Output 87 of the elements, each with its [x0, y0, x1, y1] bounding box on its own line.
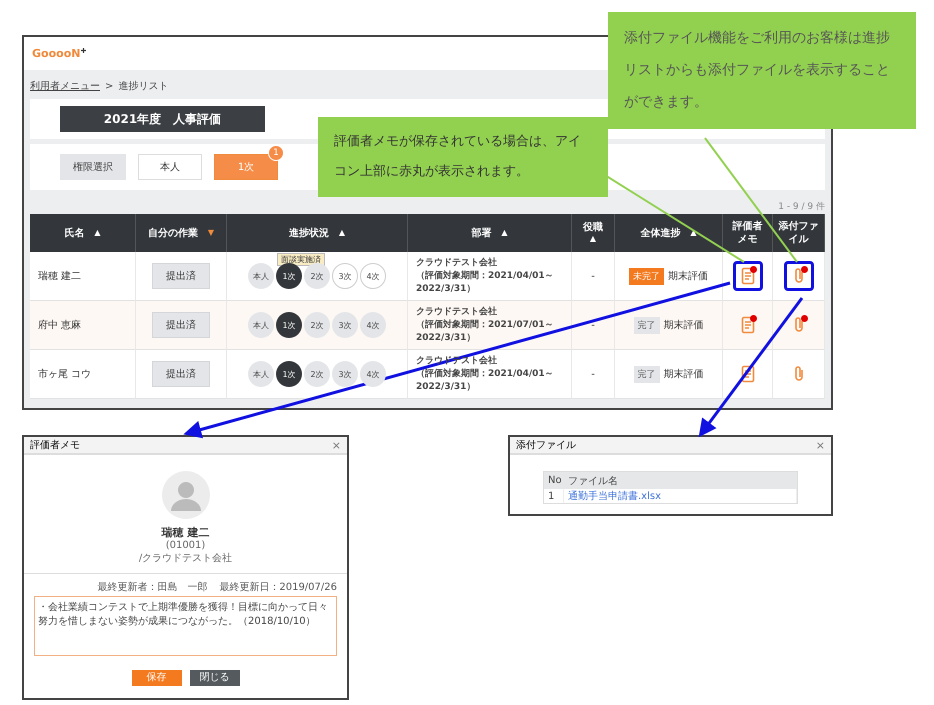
position-text: - [591, 320, 595, 330]
breadcrumb-text: > [105, 80, 114, 92]
close-button[interactable]: 閉じる [190, 670, 240, 686]
close-button[interactable]: × [332, 438, 341, 452]
avatar-icon [162, 471, 210, 519]
count-badge: 1 [268, 145, 284, 161]
status-tag: 完了 [634, 366, 660, 382]
progress-step: 本人 [248, 312, 274, 338]
evaluation-period: （評価対象期間：2021/04/01～2022/3/31） [416, 368, 555, 393]
paperclip-icon [792, 267, 804, 285]
paperclip-icon [792, 365, 804, 383]
task-status-button[interactable]: 提出済 [152, 263, 210, 289]
progress-step: 4次 [360, 312, 386, 338]
task-status-button[interactable]: 提出済 [152, 361, 210, 387]
column-header: No [544, 472, 564, 489]
column-header[interactable]: 役職 ▲ [572, 214, 615, 252]
breadcrumb-link[interactable]: 利用者メニュー [30, 79, 100, 93]
column-header: ファイル名 [564, 472, 797, 489]
plus-icon [81, 48, 86, 53]
company-name: /クラウドテスト会社 [138, 552, 232, 565]
evaluation-period: （評価対象期間：2021/07/01～2022/3/31） [416, 319, 555, 344]
sort-icon: ▲ [590, 234, 596, 245]
employee-name: 市ヶ尾 コウ [37, 368, 92, 381]
header-text: イル [788, 233, 808, 246]
progress-step: 本人 [248, 263, 274, 289]
sort-icon: ▲ [690, 228, 697, 238]
progress-step: 3次 [332, 263, 358, 289]
logo: GooooN [32, 47, 80, 60]
status-tag: 完了 [634, 316, 660, 334]
sort-icon: ▲ [94, 228, 101, 238]
employee-name: 瑞穂 建二 [162, 525, 210, 540]
record-count: 1 - 9 / 9 件 [778, 200, 825, 214]
progress-step: 3次 [332, 312, 358, 338]
role-tab[interactable]: 本人 [138, 154, 202, 180]
role-label: 権限選択 [60, 154, 126, 180]
progress-step: 3次 [332, 361, 358, 387]
notepad-icon [740, 267, 754, 285]
header-text: 評価者 [732, 220, 762, 233]
table-cell: 1 [544, 489, 564, 503]
progress-step: 1次 [276, 312, 302, 338]
task-status-button[interactable]: 提出済 [152, 312, 210, 338]
progress-step: 1次 [276, 263, 302, 289]
department-text: クラウドテスト会社 [416, 306, 497, 318]
employee-name: 瑞穂 建二 [37, 270, 82, 283]
callout: 添付ファイル機能をご利用のお客様は進捗リストからも添付ファイルを表示することができます。 [608, 12, 916, 129]
memo-field[interactable]: ・会社業績コンテストで上期準優勝を獲得！目標に向かって日々努力を惜しまない姿勢が成果につながった。（2018/10/10） [34, 596, 337, 656]
employee-id: (01001) [166, 540, 206, 551]
progress-step: 2次 [304, 361, 330, 387]
column-header[interactable]: 自分の作業 ▼ [136, 214, 227, 252]
header-text: 添付ファ [778, 220, 818, 233]
phase-text: 期末評価 [664, 368, 704, 381]
phase-text: 期末評価 [668, 270, 708, 283]
breadcrumb-text: 進捗リスト [118, 80, 168, 93]
paperclip-icon [792, 316, 804, 334]
dialog-title: 添付ファイル [516, 439, 576, 452]
column-header[interactable]: 全体進捗 ▲ [615, 214, 723, 252]
employee-name: 府中 恵麻 [37, 318, 82, 332]
evaluation-period: （評価対象期間：2021/04/01～2022/3/31） [416, 270, 555, 295]
column-header[interactable]: 進捗状況 ▲ [227, 214, 408, 252]
memo-icon-button[interactable] [732, 261, 762, 291]
header-text: メモ [738, 233, 758, 246]
status-tag: 未完了 [629, 268, 664, 284]
phase-text: 期末評価 [664, 318, 704, 332]
sort-icon: ▲ [501, 228, 508, 238]
updated-date: 最終更新日：2019/07/26 [219, 580, 337, 594]
position-text: - [591, 368, 595, 380]
notepad-icon [740, 365, 754, 383]
column-header[interactable]: 氏名 ▲ [30, 214, 136, 252]
department-text: クラウドテスト会社 [416, 257, 497, 270]
progress-step: 1次 [276, 361, 302, 387]
progress-step: 2次 [304, 312, 330, 338]
page-title: 2021年度 人事評価 [60, 106, 265, 132]
dialog-title: 評価者メモ [30, 438, 80, 452]
updated-by: 最終更新者：田島 一郎 [97, 580, 208, 594]
progress-step: 2次 [304, 263, 330, 289]
progress-step: 4次 [360, 361, 386, 387]
close-button[interactable]: × [816, 438, 825, 452]
file-link[interactable]: 通勤手当申請書.xlsx [568, 489, 662, 503]
position-text: - [591, 270, 595, 282]
column-header[interactable]: 部署 ▲ [408, 214, 572, 252]
notepad-icon [740, 316, 754, 334]
sort-icon: ▼ [208, 228, 214, 238]
sort-icon: ▲ [338, 228, 346, 238]
progress-step: 4次 [360, 263, 386, 289]
callout: 評価者メモが保存されている場合は、アイコン上部に赤丸が表示されます。 [318, 117, 608, 197]
progress-step: 本人 [248, 361, 274, 387]
attachment-icon-button[interactable] [784, 261, 814, 291]
